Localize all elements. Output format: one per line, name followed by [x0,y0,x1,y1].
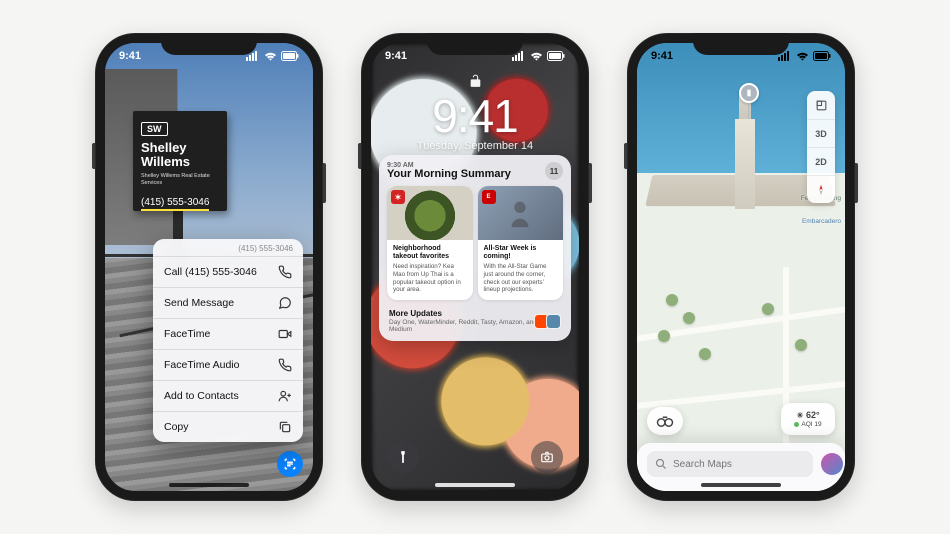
lock-time: 9:41 [371,93,579,139]
status-icons [778,51,831,61]
video-icon [278,327,292,341]
menu-label: FaceTime [164,328,210,340]
menu-item-message[interactable]: Send Message [153,287,303,318]
notch [693,33,789,55]
status-icons [512,51,565,61]
search-icon [655,458,667,470]
menu-label: Call (415) 555-3046 [164,266,257,278]
context-menu-header: (415) 555-3046 [153,239,303,256]
camera-button[interactable] [531,441,563,473]
copy-icon [278,420,292,434]
card-image-sport: E [478,186,564,240]
weather-temp: 62° [806,410,820,420]
espn-icon: E [482,190,496,204]
status-time: 9:41 [651,50,673,62]
home-indicator[interactable] [701,483,781,487]
menu-label: FaceTime Audio [164,359,239,371]
summary-item-2[interactable]: E All-Star Week is coming! With the All-… [478,186,564,300]
summary-count-badge: 11 [545,162,563,180]
home-indicator[interactable] [435,483,515,487]
context-menu: (415) 555-3046 Call (415) 555-3046 Send … [153,239,303,442]
search-field[interactable] [647,451,813,477]
real-estate-sign: SW Shelley Willems Shelley Willems Real … [133,111,227,211]
menu-item-facetime[interactable]: FaceTime [153,318,303,349]
live-text-button[interactable] [277,451,303,477]
look-around-button[interactable] [647,407,683,435]
phone-lock-screen: 9:41 9:41 Tuesday, September 14 9:30 AM … [361,33,589,501]
menu-item-add-contacts[interactable]: Add to Contacts [153,380,303,411]
search-input[interactable] [673,459,805,470]
menu-item-copy[interactable]: Copy [153,411,303,442]
compass-button[interactable] [807,175,835,203]
notch [427,33,523,55]
summary-title: Your Morning Summary [387,168,511,180]
card-title: Neighborhood takeout favorites [393,245,467,261]
phone-maps: Ferry Building Embarcadero 9:41 3D 2D [627,33,855,501]
weather-aqi: AQI 19 [801,421,821,428]
more-updates-row[interactable]: More Updates Day One, WaterMinder, Reddi… [387,307,563,333]
menu-item-call[interactable]: Call (415) 555-3046 [153,256,303,287]
menu-label: Copy [164,421,189,433]
phone-live-text: SW Shelley Willems Shelley Willems Real … [95,33,323,501]
more-updates-text: Day One, WaterMinder, Reddit, Tasty, Ama… [389,319,537,333]
card-image-food: ✶ [387,186,473,240]
menu-item-facetime-audio[interactable]: FaceTime Audio [153,349,303,380]
message-icon [278,296,292,310]
status-time: 9:41 [385,50,407,62]
sign-subtitle: Shelley Willems Real Estate Services [141,173,219,187]
screen-2: 9:41 9:41 Tuesday, September 14 9:30 AM … [371,43,579,491]
summary-item-1[interactable]: ✶ Neighborhood takeout favorites Need in… [387,186,473,300]
map-mode-button[interactable] [807,91,835,119]
screen-3: Ferry Building Embarcadero 9:41 3D 2D [637,43,845,491]
map-view-controls: 3D 2D [807,91,835,203]
card-text: Need inspiration? Kea Mao from Up Thai i… [393,263,467,294]
add-contact-icon [278,389,292,403]
notification-summary-card[interactable]: 9:30 AM Your Morning Summary 11 ✶ Neighb… [379,155,571,341]
app-icon [546,314,561,329]
more-updates-title: More Updates [389,309,537,318]
ferry-building-tower [735,119,755,209]
menu-label: Send Message [164,297,234,309]
map-2d-button[interactable]: 2D [807,147,835,175]
yelp-icon: ✶ [391,190,405,204]
profile-avatar[interactable] [821,453,843,475]
card-title: All-Star Week is coming! [484,245,558,261]
phone-icon [278,265,292,279]
map-3d-button[interactable]: 3D [807,119,835,147]
weather-widget[interactable]: ☀ 62° AQI 19 [781,403,835,435]
status-time: 9:41 [119,50,141,62]
sign-phone-number[interactable]: (415) 555-3046 [141,197,209,211]
status-icons [246,51,299,61]
card-text: With the All-Star Game just around the c… [484,263,558,294]
more-updates-icons [537,314,561,329]
screen-1: SW Shelley Willems Shelley Willems Real … [105,43,313,491]
phone-icon [278,358,292,372]
sign-badge: SW [141,122,168,136]
notch [161,33,257,55]
lock-screen-header: 9:41 Tuesday, September 14 [371,73,579,152]
home-indicator[interactable] [169,483,249,487]
menu-label: Add to Contacts [164,390,239,402]
unlock-icon [371,73,579,91]
map-label-embarcadero: Embarcadero [802,218,841,225]
flashlight-button[interactable] [387,441,419,473]
sign-name: Shelley Willems [141,141,219,170]
lock-date: Tuesday, September 14 [371,140,579,152]
